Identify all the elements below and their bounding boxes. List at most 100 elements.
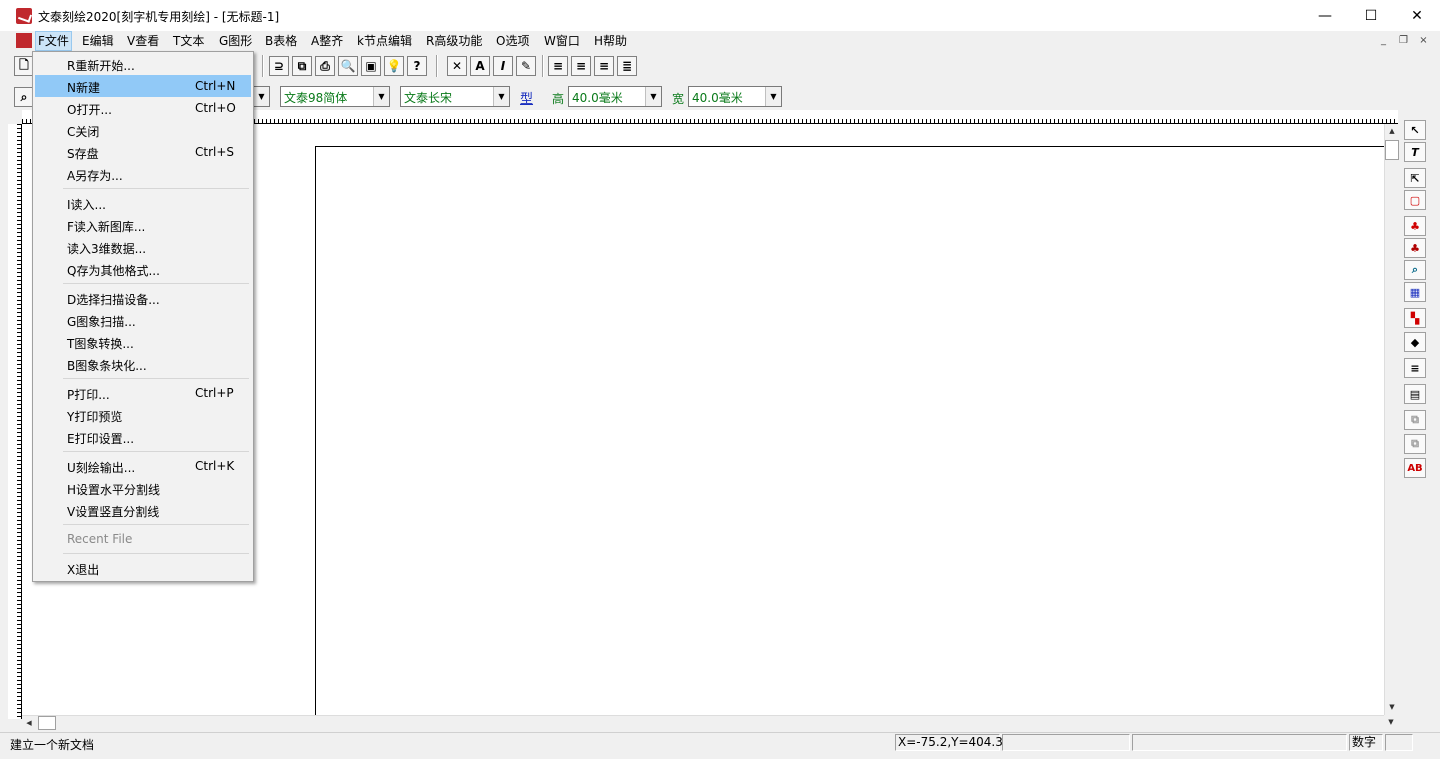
scroll-corner: ▼ xyxy=(1384,715,1398,730)
menu-item-print-preview[interactable]: Y打印预览 xyxy=(35,404,251,426)
menu-item-save[interactable]: S存盘 Ctrl+S xyxy=(35,141,251,163)
status-panel-empty xyxy=(1132,734,1347,751)
horizontal-scroll-thumb[interactable] xyxy=(38,716,56,730)
menu-options[interactable]: O选项 xyxy=(494,31,531,51)
menu-item-scan-image[interactable]: G图象扫描... xyxy=(35,309,251,331)
print-icon[interactable]: ⎙ xyxy=(315,56,335,76)
select-arrow-icon[interactable]: ↖ xyxy=(1404,120,1426,140)
menu-item-select-scanner[interactable]: D选择扫描设备... xyxy=(35,287,251,309)
node-tool-icon[interactable]: ✕ xyxy=(447,56,467,76)
menu-node-edit[interactable]: k节点编辑 xyxy=(355,31,414,51)
list-lines-icon[interactable]: ≡ xyxy=(1404,358,1426,378)
shape-gray-alt-icon[interactable]: ⧉ xyxy=(1404,434,1426,454)
vertical-scrollbar[interactable]: ▲ ▼ xyxy=(1384,124,1399,715)
scroll-left-icon[interactable]: ◀ xyxy=(22,716,36,730)
menu-item-cut-output[interactable]: U刻绘输出... Ctrl+K xyxy=(35,455,251,477)
menu-window[interactable]: W窗口 xyxy=(542,31,582,51)
type-button[interactable]: 型 xyxy=(520,88,533,107)
mdi-minimize-button[interactable]: _ xyxy=(1376,34,1391,47)
tip-bulb-icon[interactable]: 💡 xyxy=(384,56,404,76)
toolbar-separator xyxy=(436,55,438,77)
toolbar-separator xyxy=(262,55,264,77)
menu-item-import[interactable]: I读入... xyxy=(35,192,251,214)
text-box-icon[interactable]: A xyxy=(470,56,490,76)
menu-align[interactable]: A整齐 xyxy=(309,31,345,51)
scroll-down-icon[interactable]: ▼ xyxy=(1385,700,1399,714)
magnify-shape-icon[interactable]: ⌕ xyxy=(1404,260,1426,280)
width-input[interactable]: 40.0毫米 ▼ xyxy=(688,86,782,107)
mdi-restore-button[interactable]: ❐ xyxy=(1396,34,1411,47)
menu-item-import-library[interactable]: F读入新图库... xyxy=(35,214,251,236)
color-grid-icon[interactable]: ▚ xyxy=(1404,308,1426,328)
minimize-button[interactable]: — xyxy=(1302,0,1348,31)
menu-item-import-3d[interactable]: 读入3维数据... xyxy=(35,236,251,258)
menu-item-export-format[interactable]: Q存为其他格式... xyxy=(35,258,251,280)
app-logo-icon[interactable] xyxy=(16,8,32,24)
distribute-icon[interactable]: ≣ xyxy=(617,56,637,76)
english-font-select[interactable]: 文泰长宋 ▼ xyxy=(400,86,510,107)
menu-item-restart[interactable]: R重新开始... xyxy=(35,53,251,75)
align-right-icon[interactable]: ≡ xyxy=(594,56,614,76)
menu-item-image-blocks[interactable]: B图象条块化... xyxy=(35,353,251,375)
print-preview-icon[interactable]: 🔍 xyxy=(338,56,358,76)
help-icon[interactable]: ? xyxy=(407,56,427,76)
menu-item-convert-image[interactable]: T图象转换... xyxy=(35,331,251,353)
new-file-icon[interactable]: 🗋 xyxy=(14,56,34,76)
scroll-down-corner-icon[interactable]: ▼ xyxy=(1384,715,1398,729)
rectangle-icon[interactable]: ▢ xyxy=(1404,190,1426,210)
shape-gray-icon[interactable]: ⧉ xyxy=(1404,410,1426,430)
fill-bucket-icon[interactable]: ◆ xyxy=(1404,332,1426,352)
align-center-icon[interactable]: ≡ xyxy=(571,56,591,76)
document-icon[interactable] xyxy=(16,33,32,48)
menu-view[interactable]: V查看 xyxy=(125,31,161,51)
height-input[interactable]: 40.0毫米 ▼ xyxy=(568,86,662,107)
menu-item-open[interactable]: O打开... Ctrl+O xyxy=(35,97,251,119)
menu-advanced[interactable]: R高级功能 xyxy=(424,31,484,51)
menu-item-print[interactable]: P打印... Ctrl+P xyxy=(35,382,251,404)
mdi-close-button[interactable]: × xyxy=(1416,34,1431,47)
chinese-font-select[interactable]: 文泰98简体 ▼ xyxy=(280,86,390,107)
edit-text-icon[interactable]: ✎ xyxy=(516,56,536,76)
chevron-down-icon: ▼ xyxy=(765,87,781,106)
text-compare-icon[interactable]: AB xyxy=(1404,458,1426,478)
menu-table[interactable]: B表格 xyxy=(263,31,299,51)
menu-item-vertical-split[interactable]: V设置竖直分割线 xyxy=(35,499,251,521)
align-left-icon[interactable]: ≡ xyxy=(548,56,568,76)
horizontal-scrollbar[interactable]: ◀ xyxy=(22,715,1384,730)
menu-text[interactable]: T文本 xyxy=(171,31,206,51)
menu-item-new[interactable]: N新建 Ctrl+N xyxy=(35,75,251,97)
document-edit-icon[interactable]: ▤ xyxy=(1404,384,1426,404)
menu-edit[interactable]: E编辑 xyxy=(80,31,116,51)
menu-graphics[interactable]: G图形 xyxy=(217,31,254,51)
layout-icon[interactable]: ▣ xyxy=(361,56,381,76)
height-value: 40.0毫米 xyxy=(572,91,623,105)
size-combo[interactable]: ▼ xyxy=(253,86,270,107)
vertical-scroll-thumb[interactable] xyxy=(1385,140,1399,160)
menu-separator xyxy=(63,283,249,284)
close-button[interactable]: ✕ xyxy=(1394,0,1440,31)
menu-item-save-as[interactable]: A另存为... xyxy=(35,163,251,185)
chevron-down-icon: ▼ xyxy=(493,87,509,106)
copy-icon[interactable]: ⧉ xyxy=(292,56,312,76)
cherry-alt-icon[interactable]: ♣ xyxy=(1404,238,1426,258)
page-boundary xyxy=(315,146,1385,721)
menu-item-horizontal-split[interactable]: H设置水平分割线 xyxy=(35,477,251,499)
cut-icon[interactable]: ⊇ xyxy=(269,56,289,76)
menu-item-print-setup[interactable]: E打印设置... xyxy=(35,426,251,448)
italic-icon[interactable]: I xyxy=(493,56,513,76)
menu-separator xyxy=(63,451,249,452)
node-arrow-icon[interactable]: ⇱ xyxy=(1404,168,1426,188)
english-font-value: 文泰长宋 xyxy=(404,91,453,105)
text-tool-icon[interactable]: T xyxy=(1404,142,1426,162)
height-label: 高 xyxy=(552,92,565,106)
scroll-up-icon[interactable]: ▲ xyxy=(1385,124,1399,138)
menu-item-exit[interactable]: X退出 xyxy=(35,557,251,579)
menu-help[interactable]: H帮助 xyxy=(592,31,629,51)
menu-item-close[interactable]: C关闭 xyxy=(35,119,251,141)
zoom-icon[interactable]: ⌕ xyxy=(14,87,34,107)
maximize-button[interactable]: ☐ xyxy=(1348,0,1394,31)
menu-file[interactable]: F文件 xyxy=(35,31,72,51)
status-message: 建立一个新文档 xyxy=(10,738,95,752)
table-icon[interactable]: ▦ xyxy=(1404,282,1426,302)
cherry-icon[interactable]: ♣ xyxy=(1404,216,1426,236)
